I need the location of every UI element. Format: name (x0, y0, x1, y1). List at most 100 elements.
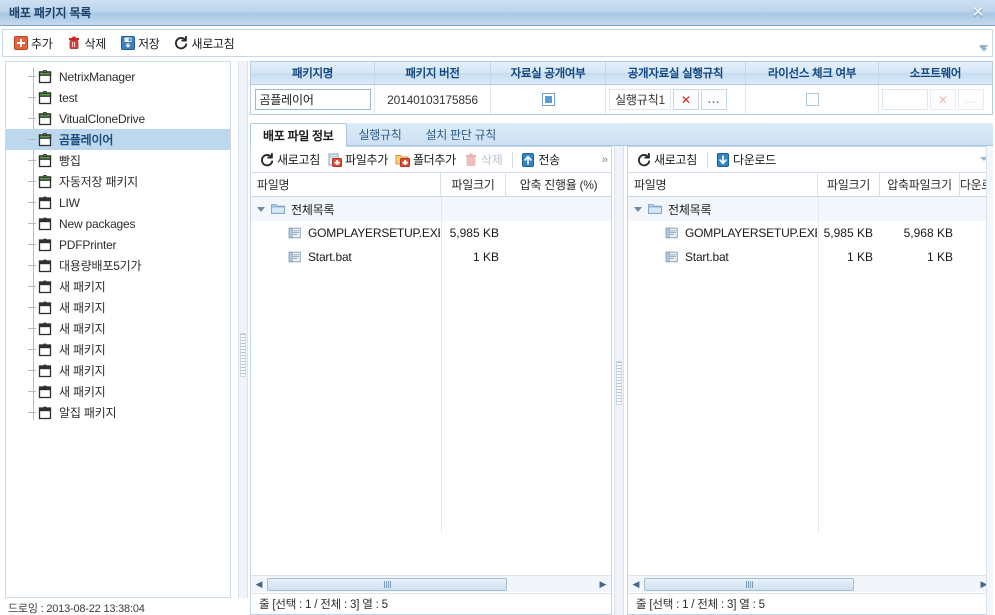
save-button-label: 저장 (137, 36, 160, 51)
tree-connector (28, 181, 36, 182)
file-row[interactable]: Start.bat 1 KB (251, 245, 611, 269)
add-button[interactable]: 추가 (11, 34, 58, 53)
expand-triangle-icon[interactable] (257, 206, 265, 212)
server-files-status: 줄 [선택 : 1 / 전체 : 3] 열 : 5 (628, 593, 992, 614)
hscroll-thumb[interactable] (267, 577, 507, 591)
tree-item-label: 곰플레이어 (59, 133, 114, 147)
column-header-package-name[interactable]: 패키지명 (251, 62, 375, 84)
software-browse-button[interactable]: ... (958, 89, 984, 110)
public-rule-clear-button[interactable]: ✕ (673, 89, 699, 110)
scroll-left-icon[interactable]: ◀ (628, 577, 644, 592)
add-button-label: 추가 (31, 36, 53, 51)
cell-2 (506, 245, 611, 269)
content-vscrollbar[interactable] (986, 146, 993, 615)
tree-item-16[interactable]: 새 패키지 (6, 381, 230, 402)
header-filesize[interactable]: 파일크기 (441, 173, 506, 196)
header-compress-progress[interactable]: 압축 진행율 (%) (506, 173, 611, 196)
file-row[interactable]: Start.bat 1 KB 1 KB (628, 245, 992, 269)
tree-item-4[interactable]: 곰플레이어 (6, 129, 230, 150)
deploy-files-hscrollbar[interactable]: ◀ ▶ (251, 575, 611, 592)
software-clear-button[interactable]: ✕ (930, 89, 956, 110)
public-rule-value[interactable]: 실행규칙1 (609, 89, 671, 110)
cell-1 (818, 197, 880, 221)
public-rule-browse-button[interactable]: ... (701, 89, 727, 110)
column-header-package-version[interactable]: 패키지 버전 (375, 62, 491, 84)
toolbar-button-1[interactable]: 새로고침 (634, 150, 702, 169)
tree-item-5[interactable]: 빵집 (6, 150, 230, 171)
panels-splitter[interactable] (614, 146, 624, 615)
tab-label: 배포 파일 정보 (263, 128, 334, 143)
expand-triangle-icon[interactable] (634, 206, 642, 212)
tree-item-9[interactable]: PDFPrinter (6, 234, 230, 255)
package-gray-icon (37, 384, 53, 400)
header-filename[interactable]: 파일명 (628, 173, 818, 196)
tree-item-10[interactable]: 대용량배포5기가 (6, 255, 230, 276)
tree-item-label: PDFPrinter (59, 237, 117, 252)
toolbar-button-1[interactable]: 새로고침 (257, 150, 325, 169)
delete-button[interactable]: 삭제 (64, 34, 111, 53)
tree-item-1[interactable]: NetrixManager (6, 66, 230, 87)
tree-item-label: 새 패키지 (59, 322, 106, 336)
header-filename[interactable]: 파일명 (251, 173, 441, 196)
tab-3[interactable]: 설치 판단 규칙 (413, 123, 508, 146)
cell-2: 5,968 KB (903, 226, 953, 240)
tree-item-14[interactable]: 새 패키지 (6, 339, 230, 360)
sidebar-splitter[interactable] (238, 61, 248, 598)
hscroll-track[interactable] (267, 577, 595, 592)
software-value[interactable] (882, 89, 928, 110)
license-check-checkbox[interactable] (805, 93, 819, 106)
tree-item-8[interactable]: New packages (6, 213, 230, 234)
column-header-public-check[interactable]: 자료실 공개여부 (491, 62, 606, 84)
tree-item-17[interactable]: 알집 패키지 (6, 402, 230, 423)
tab-2[interactable]: 실행규칙 (347, 123, 414, 146)
scroll-right-icon[interactable]: ▶ (595, 577, 611, 592)
cell-filename: Start.bat (628, 245, 818, 269)
save-button[interactable]: 저장 (118, 34, 165, 53)
tree-item-15[interactable]: 새 패키지 (6, 360, 230, 381)
toolbar-button-4: 삭제 (461, 150, 507, 169)
refresh-icon (259, 152, 275, 168)
file-row[interactable]: GOMPLAYERSETUP.EXE 5,985 KB 5,968 KB (628, 221, 992, 245)
cell-filename: Start.bat (251, 245, 441, 269)
detail-tabstrip: 배포 파일 정보 실행규칙 설치 판단 규칙 (250, 123, 993, 147)
cell-filename: 전체목록 (628, 197, 818, 221)
header-filesize[interactable]: 파일크기 (818, 173, 880, 196)
folder-icon (647, 201, 663, 217)
column-header-public-rule[interactable]: 공개자료실 실행규칙 (606, 62, 746, 84)
public-check-checkbox[interactable] (541, 93, 555, 106)
tree-item-13[interactable]: 새 패키지 (6, 318, 230, 339)
toolbar-button-2[interactable]: 파일추가 (325, 150, 393, 169)
header-compressed-size[interactable]: 압축파일크기 (880, 173, 960, 196)
tree-item-2[interactable]: test (6, 87, 230, 108)
tree-item-3[interactable]: VitualCloneDrive (6, 108, 230, 129)
file-row[interactable]: GOMPLAYERSETUP.EXE 5,985 KB (251, 221, 611, 245)
tree-item-11[interactable]: 새 패키지 (6, 276, 230, 297)
package-gray-icon (37, 405, 53, 421)
tree-item-label: 새 패키지 (59, 385, 106, 399)
tree-item-7[interactable]: LIW (6, 192, 230, 213)
hscroll-track[interactable] (644, 577, 976, 592)
tree-item-6[interactable]: 자동저장 패키지 (6, 171, 230, 192)
file-group-row[interactable]: 전체목록 (251, 197, 611, 221)
property-grid-overflow-button[interactable] (978, 42, 990, 54)
cell-package-version: 20140103175856 (375, 85, 491, 114)
close-icon[interactable]: ✕ (967, 2, 989, 22)
tab-1[interactable]: 배포 파일 정보 (250, 123, 347, 147)
toolbar-button-2[interactable]: 다운로드 (713, 150, 781, 169)
toolbar-button-3[interactable]: 폴더추가 (393, 150, 461, 169)
package-green-icon (37, 111, 53, 127)
column-header-license-check[interactable]: 라이선스 체크 여부 (746, 62, 879, 84)
refresh-button[interactable]: 새로고침 (171, 34, 240, 53)
tree-item-12[interactable]: 새 패키지 (6, 297, 230, 318)
package-gray-icon (37, 279, 53, 295)
hscroll-thumb[interactable] (644, 577, 854, 591)
deploy-files-status: 줄 [선택 : 1 / 전체 : 3] 열 : 5 (251, 593, 611, 614)
file-group-row[interactable]: 전체목록 (628, 197, 992, 221)
toolbar-button-label: 새로고침 (277, 153, 320, 167)
scroll-left-icon[interactable]: ◀ (251, 577, 267, 592)
toolbar-button-5[interactable]: 전송 (518, 150, 564, 169)
package-name-input[interactable]: 곰플레이어 (254, 89, 371, 110)
column-header-software[interactable]: 소프트웨어 (879, 62, 992, 84)
server-files-hscrollbar[interactable]: ◀ ▶ (628, 575, 992, 592)
toolbar-overflow-button[interactable]: » (602, 154, 608, 166)
